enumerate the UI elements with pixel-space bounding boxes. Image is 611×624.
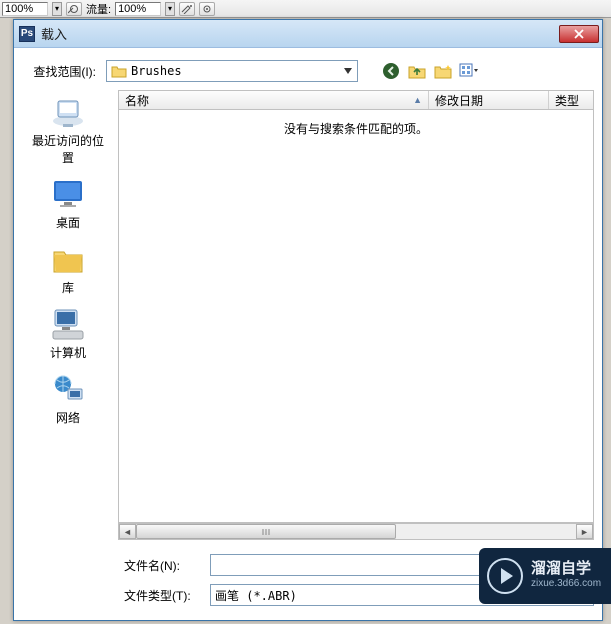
- place-libraries[interactable]: 库: [28, 241, 108, 296]
- combo-arrow-icon[interactable]: [341, 62, 355, 80]
- watermark-text: 溜溜自学 zixue.3d66.com: [531, 561, 601, 591]
- column-date-label: 修改日期: [435, 92, 483, 109]
- view-menu-icon: [459, 63, 479, 79]
- watermark: 溜溜自学 zixue.3d66.com: [479, 548, 611, 604]
- place-label: 计算机: [50, 344, 86, 361]
- flow-dropdown-arrow-icon[interactable]: ▾: [165, 2, 175, 16]
- place-label: 桌面: [56, 214, 80, 231]
- dialog-titlebar[interactable]: Ps 载入: [14, 20, 602, 48]
- app-top-toolbar: 100% ▾ 流量: 100% ▾: [0, 0, 611, 18]
- look-in-label: 查找范围(I):: [22, 63, 100, 80]
- dialog-title: 载入: [41, 24, 559, 43]
- place-recent[interactable]: 最近访问的位置: [28, 94, 108, 166]
- file-list-headers: 名称 ▲ 修改日期 类型: [118, 90, 594, 110]
- airbrush-icon[interactable]: [179, 2, 195, 16]
- empty-message: 没有与搜索条件匹配的项。: [284, 120, 428, 137]
- opacity-field[interactable]: 100%: [2, 2, 48, 16]
- desktop-icon: [49, 176, 87, 212]
- column-type-label: 类型: [555, 92, 579, 109]
- places-bar: 最近访问的位置 桌面 库: [22, 90, 114, 612]
- scroll-right-button[interactable]: ►: [576, 524, 593, 539]
- folder-new-icon: [434, 63, 452, 79]
- libraries-icon: [49, 241, 87, 277]
- opacity-dropdown-arrow-icon[interactable]: ▾: [52, 2, 62, 16]
- file-panel: 名称 ▲ 修改日期 类型 没有与搜索条件匹配的项。 ◄: [118, 90, 594, 612]
- scroll-left-button[interactable]: ◄: [119, 524, 136, 539]
- sort-asc-icon: ▲: [413, 95, 422, 105]
- look-in-combo[interactable]: Brushes: [106, 60, 358, 82]
- dialog-body: 查找范围(I): Brushes: [14, 48, 602, 620]
- play-icon: [487, 558, 523, 594]
- option-icon-1[interactable]: [66, 2, 82, 16]
- back-button[interactable]: [380, 60, 402, 82]
- close-button[interactable]: [559, 25, 599, 43]
- back-arrow-icon: [382, 62, 400, 80]
- view-menu-button[interactable]: [458, 60, 480, 82]
- watermark-sub: zixue.3d66.com: [531, 576, 601, 591]
- folder-icon: [111, 64, 127, 78]
- close-icon: [573, 29, 585, 39]
- filename-label: 文件名(N):: [118, 557, 204, 574]
- column-name-label: 名称: [125, 92, 149, 109]
- folder-up-icon: [408, 63, 426, 79]
- place-desktop[interactable]: 桌面: [28, 176, 108, 231]
- recent-places-icon: [49, 94, 87, 130]
- place-label: 库: [62, 279, 74, 296]
- computer-icon: [49, 306, 87, 342]
- look-in-value: Brushes: [131, 64, 337, 78]
- place-label: 网络: [56, 409, 80, 426]
- file-list[interactable]: 没有与搜索条件匹配的项。: [118, 110, 594, 523]
- place-label: 最近访问的位置: [28, 132, 108, 166]
- network-icon: [49, 371, 87, 407]
- flow-label: 流量:: [86, 1, 111, 17]
- place-network[interactable]: 网络: [28, 371, 108, 426]
- app-icon: Ps: [19, 26, 35, 42]
- up-one-level-button[interactable]: [406, 60, 428, 82]
- flow-field[interactable]: 100%: [115, 2, 161, 16]
- column-type[interactable]: 类型: [549, 91, 593, 109]
- column-date[interactable]: 修改日期: [429, 91, 549, 109]
- scroll-thumb[interactable]: [136, 524, 396, 539]
- load-dialog: Ps 载入 查找范围(I): Brushes: [13, 19, 603, 621]
- horizontal-scrollbar[interactable]: ◄ ►: [118, 523, 594, 540]
- watermark-main: 溜溜自学: [531, 561, 601, 576]
- nav-icons: [380, 60, 480, 82]
- middle-row: 最近访问的位置 桌面 库: [22, 90, 594, 612]
- look-in-row: 查找范围(I): Brushes: [22, 58, 594, 84]
- new-folder-button[interactable]: [432, 60, 454, 82]
- filetype-label: 文件类型(T):: [118, 587, 204, 604]
- tablet-pressure-icon[interactable]: [199, 2, 215, 16]
- scroll-track[interactable]: [136, 524, 576, 539]
- column-name[interactable]: 名称 ▲: [119, 91, 429, 109]
- place-computer[interactable]: 计算机: [28, 306, 108, 361]
- filetype-value: 画笔 (*.ABR): [215, 587, 297, 604]
